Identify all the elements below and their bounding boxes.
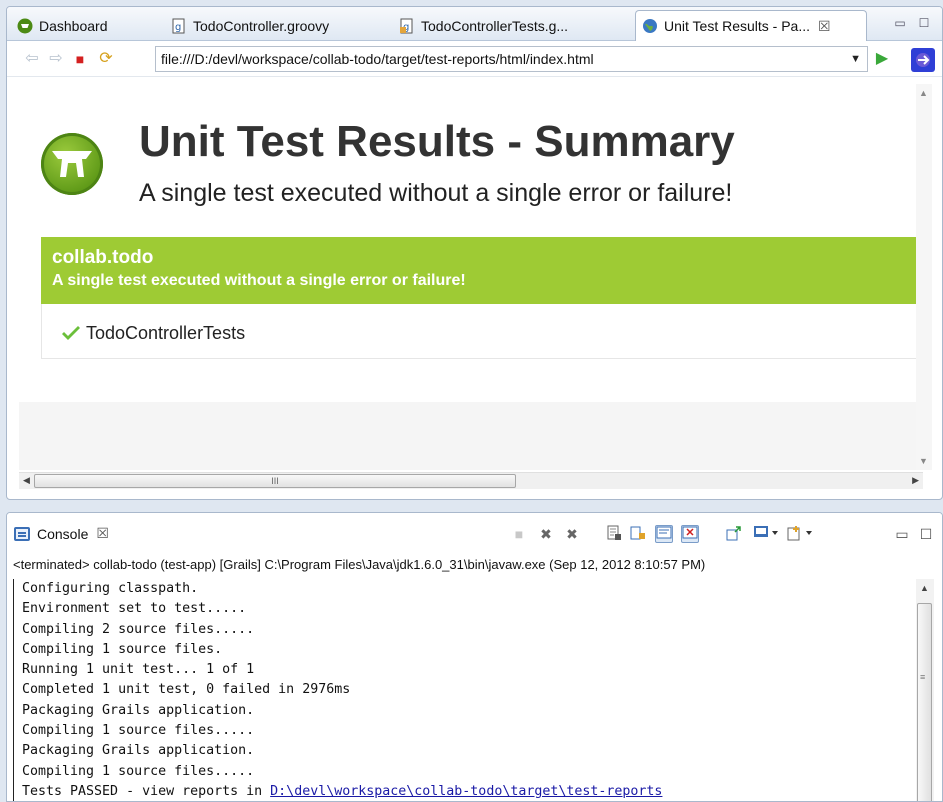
horizontal-scrollbar[interactable]: ◀ III ▶ bbox=[19, 472, 923, 489]
maximize-icon[interactable]: ☐ bbox=[917, 17, 931, 31]
tests-passed-text: Tests PASSED - view reports in bbox=[22, 783, 271, 799]
pin-console-icon[interactable] bbox=[725, 525, 743, 543]
tab-unit-test-results[interactable]: Unit Test Results - Pa... ☒ bbox=[635, 10, 867, 41]
scroll-left-icon[interactable]: ◀ bbox=[23, 475, 30, 486]
browser-editor: Dashboard g TodoController.groovy g Todo… bbox=[6, 6, 943, 500]
tab-label: TodoControllerTests.g... bbox=[421, 17, 569, 34]
browser-toolbar: ⇦ ⇨ ■ ⟳ file:///D:/devl/workspace/collab… bbox=[7, 41, 942, 77]
forward-icon[interactable]: ⇨ bbox=[47, 50, 65, 68]
groovy-file-icon: g bbox=[171, 18, 187, 34]
console-scroll-thumb[interactable] bbox=[917, 603, 932, 801]
svg-text:g: g bbox=[175, 22, 181, 33]
console-line: Packaging Grails application. bbox=[13, 700, 917, 722]
remove-launch-icon[interactable]: ✖ bbox=[537, 525, 555, 543]
console-status: <terminated> collab-todo (test-app) [Gra… bbox=[13, 557, 706, 572]
console-output[interactable]: Configuring classpath. Environment set t… bbox=[13, 579, 917, 801]
console-line: Compiling 1 source files..... bbox=[13, 721, 917, 742]
scroll-lock-icon[interactable] bbox=[629, 525, 647, 543]
maximize-console-icon[interactable]: ☐ bbox=[917, 525, 935, 543]
console-line: Completed 1 unit test, 0 failed in 2976m… bbox=[13, 680, 917, 701]
tab-label: Dashboard bbox=[39, 17, 108, 34]
package-header: collab.todo A single test executed witho… bbox=[41, 237, 923, 304]
console-line: Compiling 1 source files. bbox=[13, 639, 917, 661]
scroll-grip-icon: ≡ bbox=[920, 672, 926, 682]
console-tab-bar: Console ☒ ■ ✖ ✖ ▭ ☐ bbox=[7, 513, 942, 553]
scroll-right-icon[interactable]: ▶ bbox=[912, 475, 919, 486]
scroll-thumb[interactable]: III bbox=[34, 474, 516, 488]
terminate-icon[interactable]: ■ bbox=[510, 525, 528, 543]
minimize-console-icon[interactable]: ▭ bbox=[893, 525, 911, 543]
go-icon[interactable]: ▶ bbox=[873, 50, 891, 68]
tab-todo-controller[interactable]: g TodoController.groovy bbox=[165, 10, 329, 41]
clear-console-icon[interactable] bbox=[605, 525, 623, 543]
editor-tab-bar: Dashboard g TodoController.groovy g Todo… bbox=[7, 7, 942, 41]
browser-menu-icon[interactable] bbox=[911, 48, 935, 72]
console-view: Console ☒ ■ ✖ ✖ ▭ ☐ <terminated> collab-… bbox=[6, 512, 943, 802]
console-line: Configuring classpath. bbox=[13, 579, 917, 600]
open-console-icon[interactable] bbox=[787, 525, 815, 543]
grails-icon bbox=[17, 18, 33, 34]
display-selected-console-icon[interactable] bbox=[753, 525, 781, 543]
close-tab-icon[interactable]: ☒ bbox=[818, 18, 831, 35]
test-name: TodoControllerTests bbox=[86, 323, 246, 343]
scroll-up-icon[interactable]: ▲ bbox=[919, 88, 928, 98]
refresh-icon[interactable]: ⟳ bbox=[97, 50, 115, 68]
check-icon bbox=[62, 325, 80, 340]
console-line: Environment set to test..... bbox=[13, 599, 917, 620]
console-scrollbar[interactable]: ▲ ≡ bbox=[916, 579, 934, 801]
show-on-stdout-icon[interactable] bbox=[655, 525, 673, 543]
console-line-final: Tests PASSED - view reports in D:\devl\w… bbox=[13, 781, 917, 801]
package-description: A single test executed without a single … bbox=[52, 272, 466, 289]
scroll-down-icon[interactable]: ▼ bbox=[919, 456, 928, 466]
package-name: collab.todo bbox=[52, 247, 154, 268]
console-line: Running 1 unit test... 1 of 1 bbox=[13, 660, 917, 681]
test-reports-link[interactable]: D:\devl\workspace\collab-todo\target\tes… bbox=[270, 784, 662, 799]
console-line: Compiling 2 source files..... bbox=[13, 619, 917, 640]
console-line: Packaging Grails application. bbox=[13, 741, 917, 762]
back-icon[interactable]: ⇦ bbox=[23, 50, 41, 68]
tab-todo-controller-tests[interactable]: g TodoControllerTests.g... bbox=[393, 10, 568, 41]
console-line: Compiling 1 source files..... bbox=[13, 761, 917, 782]
globe-icon bbox=[642, 18, 658, 34]
close-console-icon[interactable]: ☒ bbox=[96, 525, 109, 542]
console-tab-label: Console bbox=[37, 525, 89, 542]
test-report: Unit Test Results - Summary A single tes… bbox=[19, 84, 923, 402]
page-title: Unit Test Results - Summary bbox=[139, 117, 735, 166]
groovy-file-icon: g bbox=[399, 18, 415, 34]
show-on-stderr-icon[interactable] bbox=[681, 525, 699, 543]
url-text: file:///D:/devl/workspace/collab-todo/ta… bbox=[161, 51, 594, 67]
url-field[interactable]: file:///D:/devl/workspace/collab-todo/ta… bbox=[155, 46, 868, 72]
chevron-down-icon[interactable]: ▼ bbox=[850, 47, 861, 71]
stop-icon[interactable]: ■ bbox=[71, 50, 89, 68]
scroll-up-icon[interactable]: ▲ bbox=[920, 583, 929, 593]
package-tests: TodoControllerTests bbox=[41, 304, 923, 359]
scroll-grip: III bbox=[271, 476, 279, 486]
page-viewport: Unit Test Results - Summary A single tes… bbox=[19, 84, 923, 470]
vertical-scrollbar[interactable]: ▲ ▼ bbox=[916, 84, 932, 470]
remove-all-terminated-icon[interactable]: ✖ bbox=[563, 525, 581, 543]
test-result-item[interactable]: TodoControllerTests bbox=[61, 323, 245, 344]
tab-console[interactable]: Console ☒ bbox=[14, 525, 109, 542]
grails-logo bbox=[41, 133, 103, 195]
console-icon bbox=[14, 526, 30, 541]
page-subtitle: A single test executed without a single … bbox=[139, 179, 733, 207]
tab-label: Unit Test Results - Pa... bbox=[664, 18, 811, 34]
minimize-icon[interactable]: ▭ bbox=[893, 17, 907, 31]
tab-label: TodoController.groovy bbox=[193, 17, 330, 34]
tab-dashboard[interactable]: Dashboard bbox=[11, 10, 108, 41]
